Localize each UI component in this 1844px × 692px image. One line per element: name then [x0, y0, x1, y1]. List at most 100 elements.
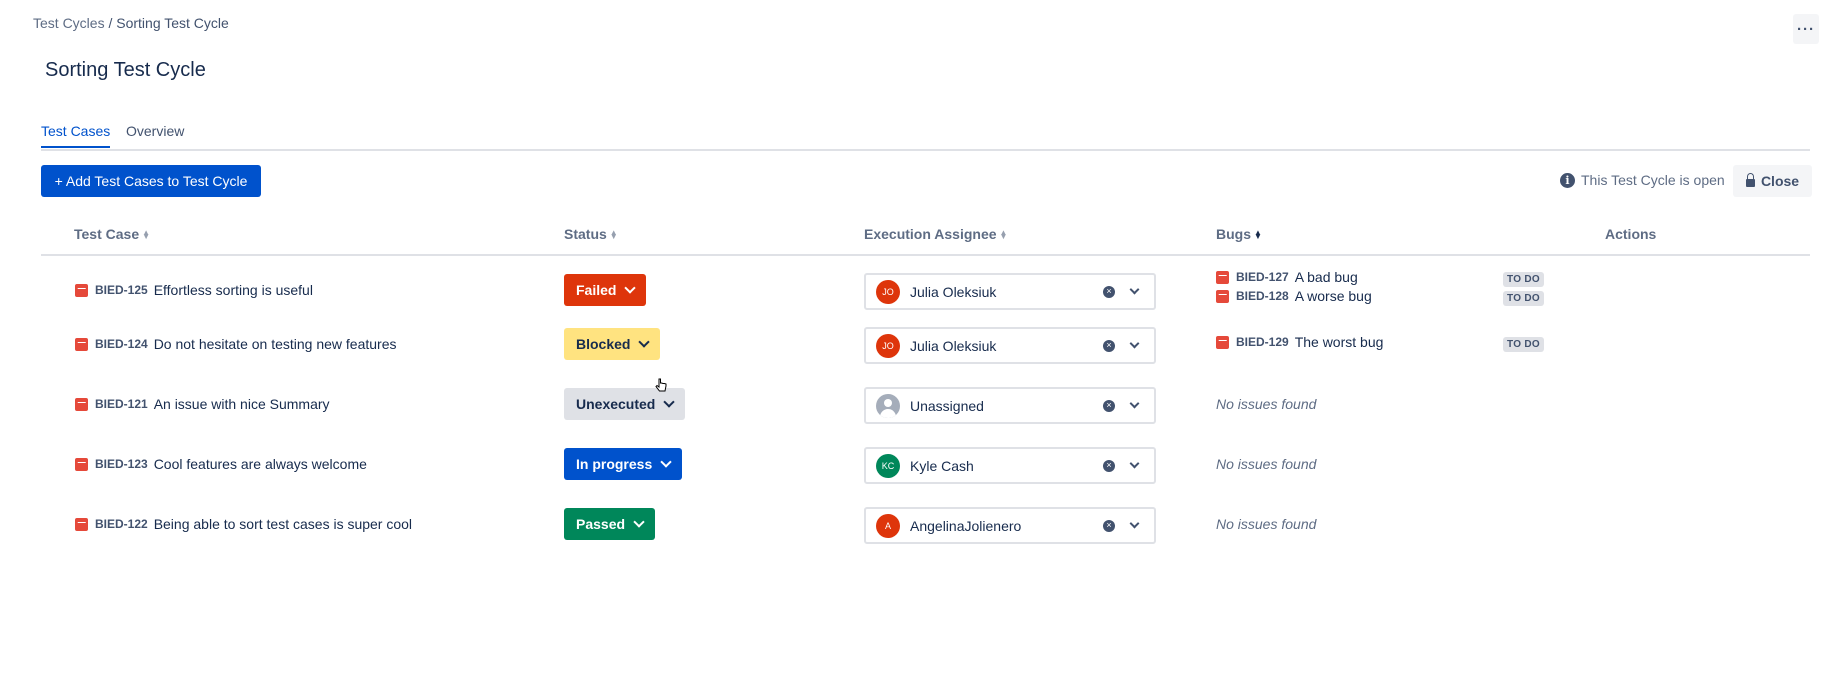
- tab-bar: Test Cases Overview: [41, 119, 1810, 151]
- bug-icon: [1216, 335, 1229, 349]
- test-case-summary[interactable]: Being able to sort test cases is super c…: [154, 516, 412, 532]
- cycle-open-status: i This Test Cycle is open: [1560, 172, 1725, 188]
- bug-summary: The worst bug: [1294, 334, 1384, 350]
- status-label: Failed: [576, 282, 617, 298]
- bug-key: BIED-127: [1236, 270, 1289, 284]
- clear-icon[interactable]: ×: [1103, 399, 1115, 412]
- breadcrumb-current: Sorting Test Cycle: [116, 15, 229, 31]
- test-case-key[interactable]: BIED-122: [95, 517, 148, 531]
- chevron-down-icon[interactable]: [1129, 518, 1140, 529]
- bug-key: BIED-129: [1236, 335, 1289, 349]
- column-header-status-label: Status: [564, 226, 607, 242]
- add-test-cases-button[interactable]: + Add Test Cases to Test Cycle: [41, 165, 261, 197]
- status-dropdown[interactable]: Unexecuted: [564, 388, 686, 420]
- chevron-down-icon: [660, 456, 672, 468]
- chevron-down-icon: [663, 396, 676, 408]
- test-issue-icon: [75, 397, 88, 411]
- status-dropdown[interactable]: Passed: [564, 508, 656, 540]
- bug-summary: A worse bug: [1294, 288, 1372, 304]
- column-header-bugs[interactable]: Bugs ▲ ▼: [1216, 226, 1262, 242]
- status-label: In progress: [576, 456, 653, 472]
- breadcrumb-separator: /: [104, 15, 117, 31]
- assignee-name: Unassigned: [910, 397, 984, 414]
- assignee-select[interactable]: JO Julia Oleksiuk ×: [864, 327, 1156, 364]
- test-case-key[interactable]: BIED-123: [95, 457, 148, 471]
- bugs-cell: BIED-129 The worst bug TO DO: [1216, 320, 1596, 368]
- close-cycle-button[interactable]: Close: [1733, 165, 1812, 197]
- chevron-down-icon[interactable]: [1129, 398, 1140, 409]
- clear-icon[interactable]: ×: [1103, 285, 1115, 298]
- status-label: Passed: [576, 516, 626, 532]
- bug-link[interactable]: BIED-129 The worst bug: [1216, 334, 1383, 350]
- bug-summary: A bad bug: [1294, 269, 1358, 285]
- status-dropdown[interactable]: Failed: [564, 274, 647, 306]
- chevron-down-icon[interactable]: [1129, 458, 1140, 469]
- chevron-down-icon[interactable]: [1129, 284, 1140, 295]
- test-issue-icon: [75, 337, 88, 351]
- bug-key: BIED-128: [1236, 289, 1289, 303]
- hand-cursor-icon: [655, 378, 667, 392]
- sort-icon: ▲ ▼: [609, 228, 618, 242]
- clear-icon[interactable]: ×: [1103, 459, 1115, 472]
- clear-icon[interactable]: ×: [1103, 339, 1115, 352]
- column-header-execution-assignee[interactable]: Execution Assignee ▲ ▼: [864, 226, 1007, 242]
- test-case-key[interactable]: BIED-121: [95, 397, 148, 411]
- no-issues-found: No issues found: [1216, 396, 1317, 412]
- test-case-cell: BIED-124 Do not hesitate on testing new …: [75, 320, 397, 368]
- tab-overview[interactable]: Overview: [126, 123, 184, 146]
- assignee-select[interactable]: KC Kyle Cash ×: [864, 447, 1156, 484]
- assignee-name: Julia Oleksiuk: [910, 337, 997, 354]
- bug-link[interactable]: BIED-128 A worse bug: [1216, 288, 1372, 304]
- test-case-summary[interactable]: An issue with nice Summary: [154, 396, 330, 412]
- table-row: BIED-123 Cool features are always welcom…: [41, 440, 1810, 488]
- assignee-select[interactable]: JO Julia Oleksiuk ×: [864, 273, 1156, 310]
- test-case-key[interactable]: BIED-124: [95, 337, 148, 351]
- test-issue-icon: [75, 283, 88, 297]
- avatar: JO: [876, 279, 900, 304]
- breadcrumb-test-cycles-link[interactable]: Test Cycles: [33, 15, 105, 31]
- test-case-summary[interactable]: Effortless sorting is useful: [154, 282, 313, 298]
- table-header: Test Case ▲ ▼ Status ▲ ▼ Execution Assignee ▲…: [41, 222, 1810, 256]
- avatar: A: [876, 513, 900, 538]
- avatar: KC: [876, 453, 900, 478]
- table-row: BIED-124 Do not hesitate on testing new …: [41, 320, 1810, 368]
- assignee-name: Kyle Cash: [910, 457, 974, 474]
- column-header-test-case[interactable]: Test Case ▲ ▼: [74, 226, 150, 242]
- bug-icon: [1216, 289, 1229, 303]
- table-row: BIED-122 Being able to sort test cases i…: [41, 500, 1810, 548]
- column-header-status[interactable]: Status ▲ ▼: [564, 226, 618, 242]
- assignee-select[interactable]: A AngelinaJolienero ×: [864, 507, 1156, 544]
- status-dropdown[interactable]: In progress: [564, 448, 683, 480]
- assignee-select[interactable]: Unassigned ×: [864, 387, 1156, 424]
- bug-status-badge: TO DO: [1503, 272, 1544, 287]
- test-case-summary[interactable]: Cool features are always welcome: [154, 456, 367, 472]
- chevron-down-icon: [624, 282, 637, 294]
- chevron-down-icon: [638, 336, 651, 348]
- sort-icon: ▲ ▼: [999, 228, 1008, 242]
- lock-icon: [1745, 173, 1755, 187]
- page-title: Sorting Test Cycle: [45, 59, 206, 81]
- clear-icon[interactable]: ×: [1103, 519, 1115, 532]
- breadcrumb: Test Cycles / Sorting Test Cycle: [33, 15, 229, 31]
- test-issue-icon: [75, 457, 88, 471]
- sort-icon: ▲ ▼: [142, 228, 151, 242]
- tab-test-cases[interactable]: Test Cases: [41, 123, 111, 148]
- test-case-key[interactable]: BIED-125: [95, 283, 148, 297]
- status-dropdown[interactable]: Blocked: [564, 328, 661, 360]
- bug-status-badge: TO DO: [1503, 291, 1544, 306]
- sort-icon: ▲ ▼: [1254, 228, 1262, 242]
- bug-status-badge: TO DO: [1503, 337, 1544, 352]
- status-label: Unexecuted: [576, 396, 656, 412]
- test-case-summary[interactable]: Do not hesitate on testing new features: [154, 336, 397, 352]
- info-icon: i: [1560, 172, 1575, 188]
- chevron-down-icon[interactable]: [1129, 338, 1140, 349]
- more-actions-button[interactable]: ···: [1793, 14, 1819, 44]
- more-icon: ···: [1797, 20, 1815, 38]
- chevron-down-icon: [633, 516, 645, 528]
- avatar: JO: [876, 333, 900, 358]
- test-case-cell: BIED-123 Cool features are always welcom…: [75, 440, 367, 488]
- bug-link[interactable]: BIED-127 A bad bug: [1216, 269, 1358, 285]
- test-case-cell: BIED-125 Effortless sorting is useful: [75, 266, 313, 314]
- table-row: BIED-121 An issue with nice Summary Unex…: [41, 380, 1810, 428]
- no-issues-found: No issues found: [1216, 516, 1317, 532]
